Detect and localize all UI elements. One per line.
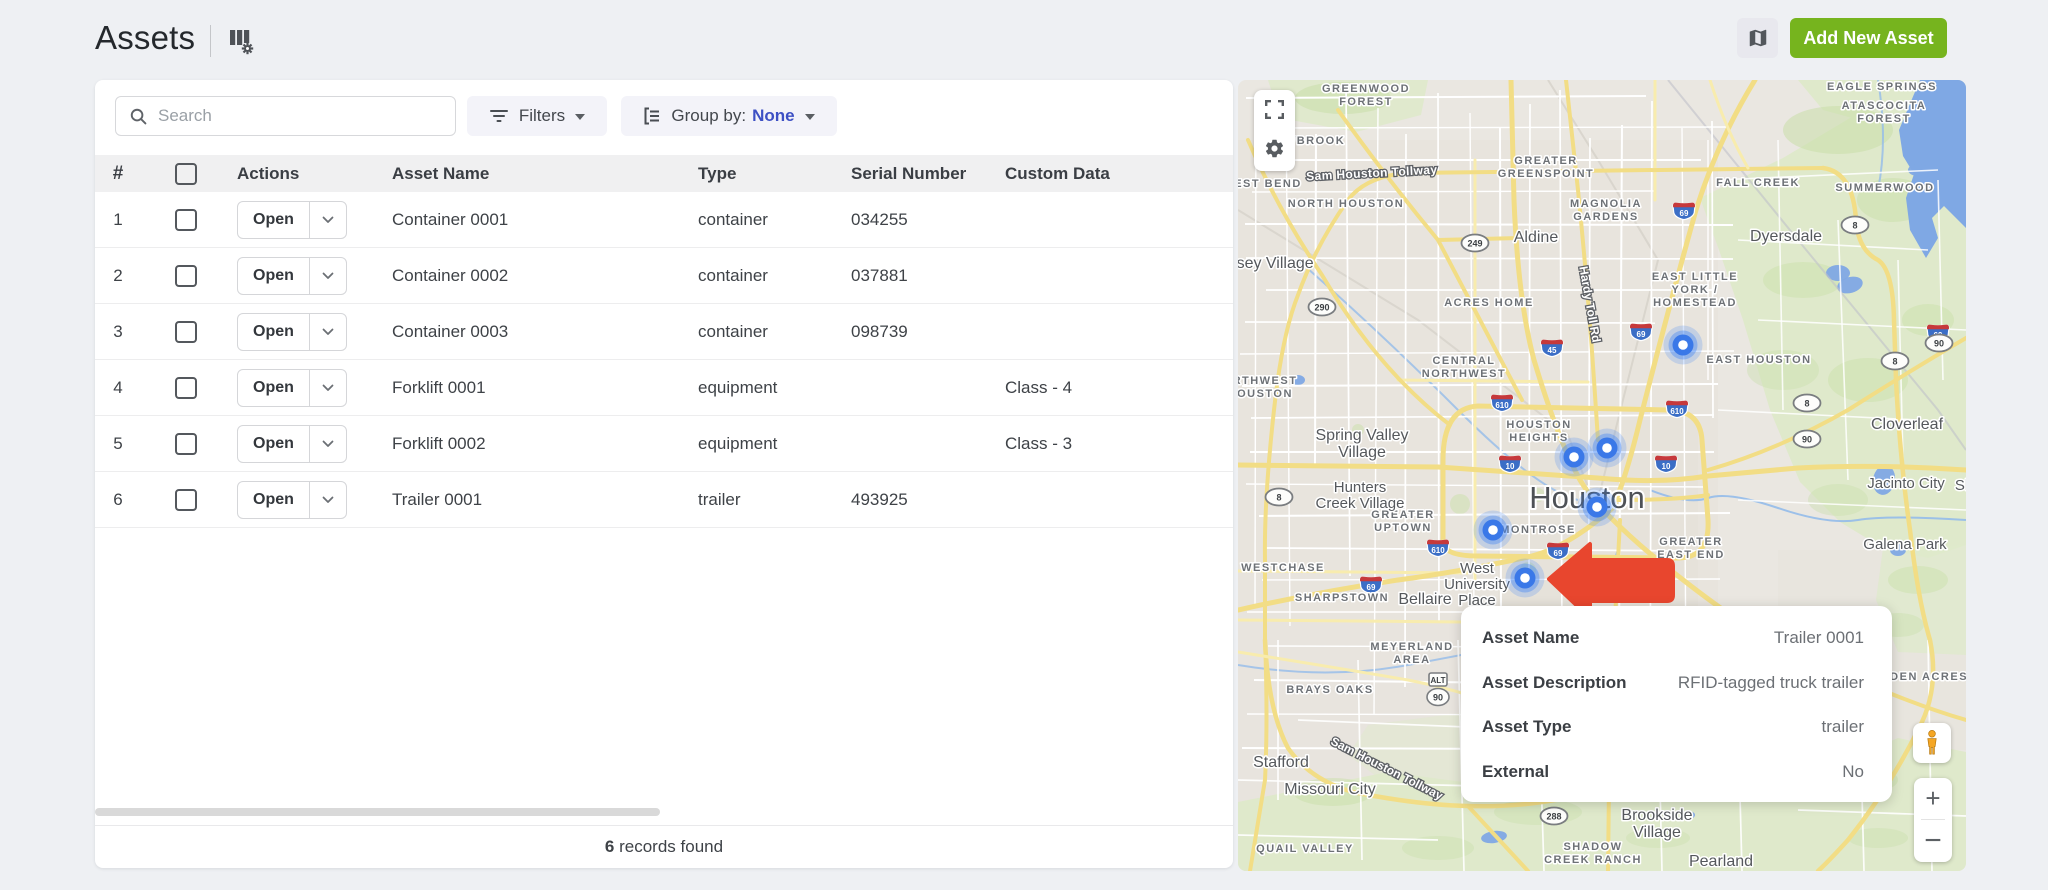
svg-text:RTHWESTOUSTON: RTHWEST OUSTON xyxy=(1238,375,1297,400)
svg-text:Pearland: Pearland xyxy=(1689,853,1753,870)
svg-text:SUMMERWOOD: SUMMERWOOD xyxy=(1835,182,1934,194)
svg-text:QUAIL VALLEY: QUAIL VALLEY xyxy=(1256,843,1354,855)
svg-text:Stafford: Stafford xyxy=(1253,754,1309,771)
svg-text:GREATERUPTOWN: GREATER UPTOWN xyxy=(1371,509,1434,534)
svg-text:HOUSTONHEIGHTS: HOUSTON HEIGHTS xyxy=(1506,419,1571,444)
svg-text:ALT: ALT xyxy=(1431,676,1446,685)
svg-text:LDEN ACRES: LDEN ACRES xyxy=(1882,671,1966,683)
svg-text:8: 8 xyxy=(1892,357,1897,367)
svg-text:CENTRALNORTHWEST: CENTRAL NORTHWEST xyxy=(1422,355,1506,380)
svg-text:Aldine: Aldine xyxy=(1514,229,1559,246)
svg-text:610: 610 xyxy=(1431,546,1445,555)
svg-text:8: 8 xyxy=(1276,493,1281,503)
svg-text:EAST HOUSTON: EAST HOUSTON xyxy=(1706,354,1811,366)
svg-text:8: 8 xyxy=(1804,399,1809,409)
svg-text:NORTH HOUSTON: NORTH HOUSTON xyxy=(1288,198,1404,210)
svg-text:Bellaire: Bellaire xyxy=(1398,591,1451,608)
svg-text:Jacinto City: Jacinto City xyxy=(1867,475,1945,492)
svg-text:EAGLE SPRINGS: EAGLE SPRINGS xyxy=(1827,81,1937,93)
svg-text:BRAYS OAKS: BRAYS OAKS xyxy=(1286,684,1373,696)
svg-text:ACRES HOME: ACRES HOME xyxy=(1444,297,1534,309)
svg-text:610: 610 xyxy=(1495,401,1509,410)
svg-text:69: 69 xyxy=(1554,549,1563,558)
svg-text:Galena Park: Galena Park xyxy=(1863,536,1947,553)
svg-text:610: 610 xyxy=(1670,407,1684,416)
svg-text:10: 10 xyxy=(1506,462,1515,471)
svg-text:MAGNOLIAGARDENS: MAGNOLIA GARDENS xyxy=(1570,198,1642,223)
svg-text:10: 10 xyxy=(1662,462,1671,471)
svg-text:69: 69 xyxy=(1637,330,1646,339)
svg-text:90: 90 xyxy=(1433,693,1443,703)
svg-text:GREATEREAST END: GREATER EAST END xyxy=(1657,536,1725,561)
svg-text:Cloverleaf: Cloverleaf xyxy=(1871,416,1944,433)
svg-text:90: 90 xyxy=(1934,339,1944,349)
svg-text:90: 90 xyxy=(1802,435,1812,445)
svg-text:249: 249 xyxy=(1467,239,1482,249)
svg-text:SHARPSTOWN: SHARPSTOWN xyxy=(1295,592,1389,604)
svg-text:8: 8 xyxy=(1852,221,1857,231)
svg-text:45: 45 xyxy=(1548,346,1557,355)
svg-text:Missouri City: Missouri City xyxy=(1284,781,1376,798)
svg-text:ersey Village: ersey Village xyxy=(1238,255,1314,272)
svg-text:EST BEND: EST BEND xyxy=(1238,178,1302,190)
svg-text:FALL CREEK: FALL CREEK xyxy=(1716,177,1800,189)
svg-text:69: 69 xyxy=(1680,209,1689,218)
svg-text:288: 288 xyxy=(1546,812,1561,822)
svg-text:290: 290 xyxy=(1314,303,1329,313)
svg-text:Sh: Sh xyxy=(1955,477,1966,494)
svg-text:WESTCHASE: WESTCHASE xyxy=(1241,562,1325,574)
svg-text:Dyersdale: Dyersdale xyxy=(1750,228,1822,245)
svg-text:69: 69 xyxy=(1367,583,1376,592)
